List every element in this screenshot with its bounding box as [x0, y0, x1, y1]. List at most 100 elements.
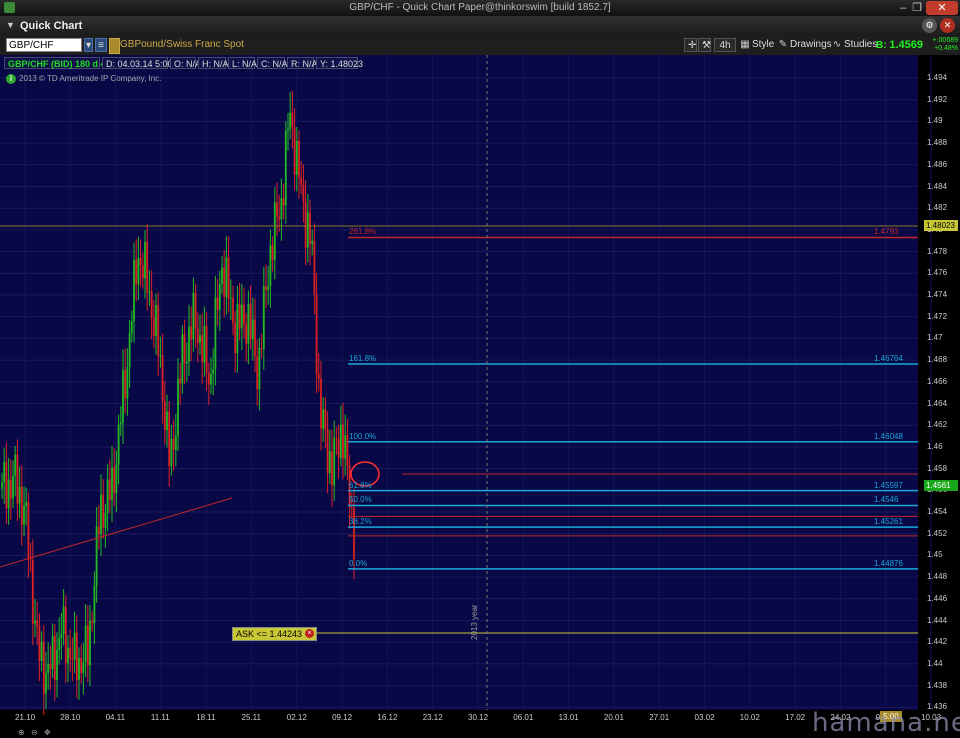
candle-body: [291, 112, 294, 128]
candle-body: [247, 303, 250, 344]
time-tick: 10.02: [739, 713, 760, 722]
price-tick: 1.46: [927, 441, 943, 451]
candle-body: [146, 242, 149, 293]
candle-body: [69, 647, 72, 659]
date-readout: D: 04.03.14 5:00: [102, 57, 173, 69]
candle-body: [84, 625, 87, 662]
fib-percent: 50.0%: [349, 495, 372, 505]
candle-body: [207, 372, 210, 385]
change-abs: +.00689: [932, 37, 959, 44]
fib-percent: 261.8%: [349, 227, 377, 237]
chart-canvas[interactable]: [0, 55, 960, 738]
ask-label: ASK <= 1.44243: [236, 629, 303, 639]
candle-body: [102, 494, 105, 528]
candle-body: [236, 304, 239, 354]
time-tick: 20.01: [603, 713, 624, 722]
candle-body: [313, 240, 316, 295]
candle-body: [128, 333, 131, 368]
candle-body: [212, 369, 215, 374]
time-tick: 04.11: [105, 713, 126, 722]
candle-body: [227, 257, 230, 299]
candle-body: [56, 649, 58, 681]
fib-price: 1.45597: [874, 480, 903, 490]
candle-body: [89, 620, 91, 666]
candle-body: [342, 424, 344, 459]
price-tick: 1.47: [927, 333, 943, 343]
candle-body: [262, 286, 265, 350]
candle-body: [269, 245, 272, 287]
aggregation-button[interactable]: 4h: [714, 38, 736, 52]
close-readout: C: N/A: [257, 57, 288, 69]
pan-icon[interactable]: ✥: [44, 728, 51, 737]
candle-body: [3, 462, 6, 483]
plot-area: [0, 55, 918, 710]
candle-body: [58, 638, 61, 650]
symbol-dropdown-icon[interactable]: ▾: [84, 38, 93, 52]
zoom-out-icon[interactable]: ⊖: [31, 728, 38, 737]
drawings-button[interactable]: Drawings: [790, 38, 832, 52]
candle-body: [100, 494, 102, 535]
close-panel-button[interactable]: ✕: [940, 18, 955, 33]
candle-body: [251, 319, 254, 340]
candle-body: [245, 324, 248, 344]
candle-body: [271, 245, 274, 260]
candle-body: [124, 370, 127, 399]
close-window-button[interactable]: ✕: [926, 1, 958, 15]
candle-body: [267, 286, 270, 291]
candle-body: [210, 373, 212, 385]
candle-body: [278, 216, 281, 220]
price-chart[interactable]: [0, 55, 960, 738]
price-tick: 1.44: [927, 658, 943, 668]
candle-body: [256, 356, 259, 390]
price-tick: 1.494: [927, 73, 948, 82]
candle-body: [144, 242, 146, 279]
minimize-button[interactable]: –: [896, 1, 910, 15]
candle-body: [280, 198, 283, 220]
lock-icon[interactable]: [109, 38, 120, 54]
studies-button[interactable]: Studies: [844, 38, 877, 52]
symbol-input[interactable]: GBP/CHF: [6, 38, 82, 52]
price-tick: 1.476: [927, 268, 948, 278]
candle-body: [71, 658, 74, 660]
time-tick: 13.01: [558, 713, 579, 722]
candle-body: [117, 424, 120, 465]
maximize-button[interactable]: ❐: [910, 1, 924, 15]
collapse-arrow-icon[interactable]: ▼: [4, 19, 17, 32]
candle-body: [93, 585, 96, 624]
candle-body: [295, 140, 298, 175]
candle-body: [188, 326, 190, 363]
candle-body: [284, 130, 287, 206]
link-icon[interactable]: ≡: [95, 38, 107, 52]
symbol-description: GBPound/Swiss Franc Spot: [120, 39, 244, 50]
candle-body: [311, 240, 314, 245]
price-tick: 1.442: [927, 637, 948, 647]
candle-body: [9, 479, 12, 499]
candle-body: [113, 467, 116, 494]
price-tick: 1.474: [927, 290, 948, 299]
candle-body: [214, 297, 217, 370]
wrench-icon[interactable]: ⚒: [698, 38, 711, 52]
candle-body: [152, 317, 155, 336]
candle-body: [249, 303, 252, 340]
zoom-in-icon[interactable]: ⊕: [18, 728, 25, 737]
price-tick: 1.478: [927, 246, 948, 256]
price-tick: 1.488: [927, 138, 948, 148]
gear-icon[interactable]: ⚙: [922, 18, 937, 33]
candle-body: [14, 454, 17, 476]
ask-close-icon[interactable]: ×: [305, 629, 315, 638]
crosshair-icon[interactable]: ✛: [684, 38, 697, 52]
time-tick: 25.11: [241, 713, 261, 722]
candle-body: [328, 451, 331, 474]
candle-body: [192, 292, 195, 340]
candle-body: [60, 634, 63, 639]
candle-body: [179, 378, 182, 384]
candle-body: [45, 672, 47, 694]
candle-body: [31, 559, 34, 624]
candle-body: [161, 355, 164, 402]
candle-body: [16, 454, 19, 504]
time-tick: 03.02: [694, 713, 715, 722]
candle-body: [62, 606, 65, 635]
style-button[interactable]: Style: [752, 38, 774, 52]
ask-bubble[interactable]: ASK <= 1.44243 ×: [232, 627, 318, 641]
info-icon[interactable]: i: [6, 74, 16, 84]
